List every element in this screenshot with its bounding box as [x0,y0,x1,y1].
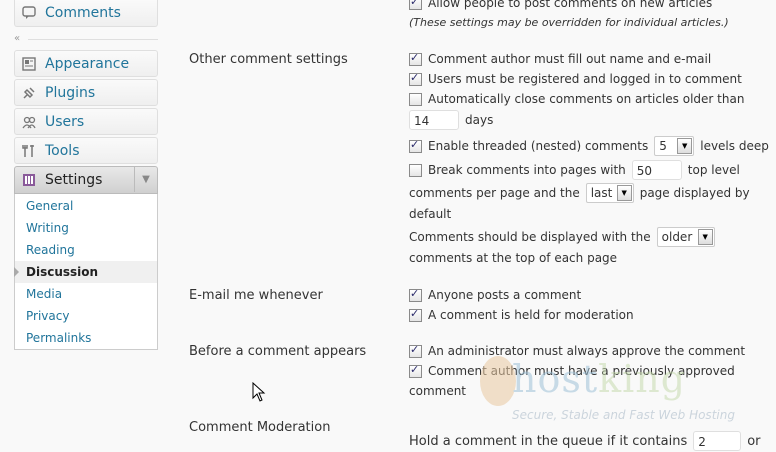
admin-approve-checkbox[interactable] [409,343,422,358]
tools-icon [21,143,37,159]
threaded-levels-value: 5 [659,139,667,153]
settings-icon [21,172,37,188]
top-level-label: top level [687,163,740,177]
page-order-row: comments per page and the last ▼ page di… [409,183,750,203]
submenu-general[interactable]: General [15,195,157,217]
submenu-permalinks[interactable]: Permalinks [15,327,157,349]
break-pages-checkbox[interactable] [409,163,422,177]
author-previous-checkbox[interactable] [409,363,422,378]
other-settings-heading: Other comment settings [189,52,348,67]
watermark-tagline: Secure, Stable and Fast Web Hosting [512,408,735,422]
threaded-levels-select[interactable]: 5 ▼ [654,136,695,156]
brand-king: king [598,357,687,401]
auto-close-checkbox[interactable] [409,92,422,106]
menu-item-appearance[interactable]: Appearance [14,50,158,77]
admin-sidebar: Comments « Appearance Plugins Users Tool… [0,0,168,450]
comment-word: comment [409,384,467,398]
author-fill-row: Comment author must fill out name and e-… [409,51,712,66]
levels-deep-label: levels deep [700,139,769,153]
registered-checkbox[interactable] [409,71,422,86]
held-moderation-label: A comment is held for moderation [428,308,634,322]
or-label: or [747,433,761,449]
auto-close-label: Automatically close comments on articles… [428,92,745,106]
menu-item-tools[interactable]: Tools [14,137,158,164]
hold-queue-label: Hold a comment in the queue if it contai… [409,433,688,449]
chevron-down-icon: ▼ [616,185,632,201]
threaded-row: Enable threaded (nested) comments 5 ▼ le… [409,136,769,156]
comment-order-select[interactable]: older ▼ [656,227,715,247]
plugins-icon [21,85,37,101]
moderation-heading: Comment Moderation [189,420,331,435]
comments-icon [21,5,37,21]
hold-queue-row: Hold a comment in the queue if it contai… [409,431,761,451]
appearance-icon [21,56,37,72]
held-moderation-row: A comment is held for moderation [409,307,634,322]
comments-per-page-label: comments per page and the [409,186,580,200]
page-displayed-label: page displayed by [639,186,750,200]
comment-order-row: Comments should be displayed with the ol… [409,227,721,247]
submenu-privacy[interactable]: Privacy [15,305,157,327]
registered-row: Users must be registered and logged in t… [409,71,742,86]
display-with-label: Comments should be displayed with the [409,230,651,244]
links-count-input[interactable]: 2 [693,431,742,451]
menu-item-users[interactable]: Users [14,108,158,135]
submenu-discussion[interactable]: Discussion [14,261,157,283]
submenu-media[interactable]: Media [15,283,157,305]
email-heading: E-mail me whenever [189,288,323,303]
days-label: days [465,113,494,127]
chevron-down-icon[interactable]: ▼ [134,167,157,192]
auto-close-days-input[interactable]: 14 [409,110,459,130]
menu-label-users: Users [45,113,85,130]
registered-label: Users must be registered and logged in t… [428,72,742,86]
users-icon [21,114,37,130]
chevron-down-icon: ▼ [677,138,693,154]
submenu-reading[interactable]: Reading [15,239,157,261]
allow-comments-label: Allow people to post comments on new art… [428,0,713,10]
anyone-posts-row: Anyone posts a comment [409,287,582,302]
menu-item-comments[interactable]: Comments [14,0,158,27]
menu-label-settings: Settings [45,172,103,188]
watermark-brand: hostking [512,357,686,401]
menu-label-plugins: Plugins [45,84,96,101]
threaded-label: Enable threaded (nested) comments [428,139,649,153]
author-fill-checkbox[interactable] [409,51,422,66]
auto-close-row: Automatically close comments on articles… [409,92,744,106]
hostking-watermark: hostking Secure, Stable and Fast Web Hos… [470,352,770,432]
author-fill-label: Comment author must fill out name and e-… [428,52,712,66]
menu-label-comments: Comments [45,5,121,21]
menu-item-settings[interactable]: Settings ▼ [14,166,158,194]
break-pages-label: Break comments into pages with [428,163,626,177]
break-pages-row: Break comments into pages with 50 top le… [409,160,740,180]
settings-submenu: General Writing Reading Discussion Media… [14,194,158,350]
held-moderation-checkbox[interactable] [409,307,422,322]
allow-comments-row: Allow people to post comments on new art… [409,0,712,10]
allow-comments-checkbox[interactable] [409,0,422,10]
default-page-value: last [590,186,613,200]
at-top-label: comments at the top of each page [409,251,618,265]
threaded-checkbox[interactable] [409,138,422,153]
before-heading: Before a comment appears [189,344,367,359]
menu-item-plugins[interactable]: Plugins [14,79,158,106]
default-page-select[interactable]: last ▼ [585,183,634,203]
chevron-down-icon: ▼ [697,229,713,245]
anyone-posts-label: Anyone posts a comment [428,288,582,302]
menu-label-appearance: Appearance [45,55,130,72]
anyone-posts-checkbox[interactable] [409,287,422,302]
comment-order-value: older [661,230,693,244]
per-page-input[interactable]: 50 [631,160,682,180]
default-label: default [409,207,452,221]
auto-close-days-row: 14 days [409,110,493,130]
menu-label-tools: Tools [45,142,80,159]
collapse-menu-icon[interactable]: « [14,33,20,44]
brand-host: host [512,357,599,401]
mascot-logo [480,356,516,406]
override-note: (These settings may be overridden for in… [409,16,729,29]
submenu-writing[interactable]: Writing [15,217,157,239]
separator [28,39,158,40]
mouse-pointer-icon [252,382,266,402]
